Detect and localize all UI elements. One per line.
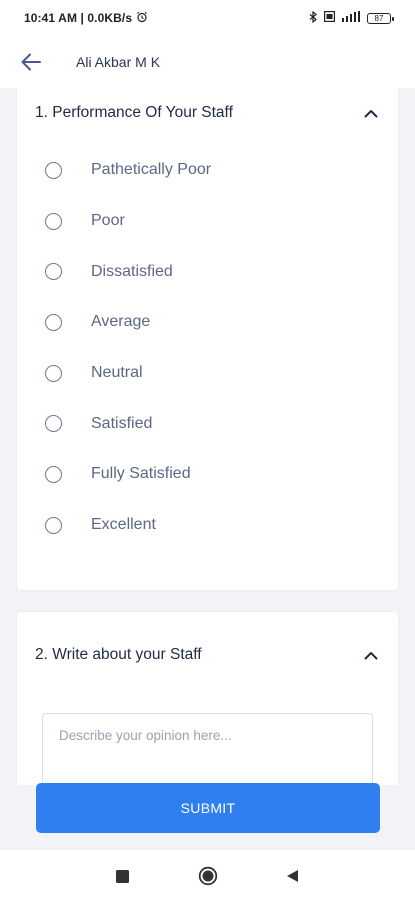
chevron-up-icon[interactable] (362, 104, 380, 122)
home-circle-icon[interactable] (198, 866, 218, 886)
option-label: Average (91, 313, 151, 331)
option-neutral[interactable]: Neutral (17, 348, 398, 399)
radio-button[interactable] (45, 212, 62, 230)
form-content[interactable]: 1. Performance Of Your Staff Patheticall… (0, 88, 415, 785)
option-excellent[interactable]: Excellent (17, 500, 398, 551)
radio-button[interactable] (45, 313, 62, 331)
option-poor[interactable]: Poor (17, 196, 398, 247)
back-button[interactable] (19, 50, 43, 74)
radio-button[interactable] (45, 364, 62, 382)
app-bar: Ali Akbar M K (0, 36, 415, 88)
radio-button[interactable] (45, 516, 62, 534)
page-title: Ali Akbar M K (76, 54, 161, 70)
option-dissatisfied[interactable]: Dissatisfied (17, 246, 398, 297)
option-label: Fully Satisfied (91, 465, 191, 483)
option-label: Satisfied (91, 414, 153, 432)
option-label: Excellent (91, 516, 156, 534)
option-label: Poor (91, 212, 125, 230)
signal-icon (341, 11, 361, 25)
option-pathetically-poor[interactable]: Pathetically Poor (17, 145, 398, 196)
status-time: 10:41 AM | 0.0KB/s (24, 11, 133, 25)
opinion-textarea[interactable] (42, 713, 373, 785)
question-header-performance[interactable]: 1. Performance Of Your Staff (35, 99, 380, 127)
status-left: 10:41 AM | 0.0KB/s (24, 11, 148, 26)
bluetooth-icon (309, 10, 318, 26)
rating-options: Pathetically Poor Poor Dissatisfied Aver… (17, 145, 398, 551)
radio-button[interactable] (45, 465, 62, 483)
battery-icon: 87 (367, 12, 394, 24)
question-card-write-about: 2. Write about your Staff (17, 612, 398, 785)
option-label: Neutral (91, 364, 143, 382)
option-fully-satisfied[interactable]: Fully Satisfied (17, 449, 398, 500)
system-nav-bar (0, 850, 415, 900)
back-triangle-icon[interactable] (282, 866, 302, 886)
option-label: Dissatisfied (91, 262, 173, 280)
radio-button[interactable] (45, 161, 62, 179)
question-title: 1. Performance Of Your Staff (35, 104, 233, 121)
alarm-icon (136, 11, 148, 26)
chevron-up-icon[interactable] (362, 646, 380, 664)
arrow-left-icon (21, 53, 41, 71)
status-bar: 10:41 AM | 0.0KB/s 87 (0, 0, 415, 36)
submit-button[interactable]: SUBMIT (36, 783, 380, 833)
sim-icon (324, 11, 336, 25)
question-header-write-about[interactable]: 2. Write about your Staff (35, 641, 380, 669)
option-average[interactable]: Average (17, 297, 398, 348)
radio-button[interactable] (45, 263, 62, 281)
question-card-performance: 1. Performance Of Your Staff Patheticall… (17, 88, 398, 590)
option-label: Pathetically Poor (91, 161, 212, 179)
recents-square-icon[interactable] (112, 866, 132, 886)
option-satisfied[interactable]: Satisfied (17, 398, 398, 449)
question-title: 2. Write about your Staff (35, 646, 202, 663)
radio-button[interactable] (45, 415, 62, 433)
battery-level: 87 (374, 13, 384, 23)
status-right: 87 (309, 10, 394, 26)
